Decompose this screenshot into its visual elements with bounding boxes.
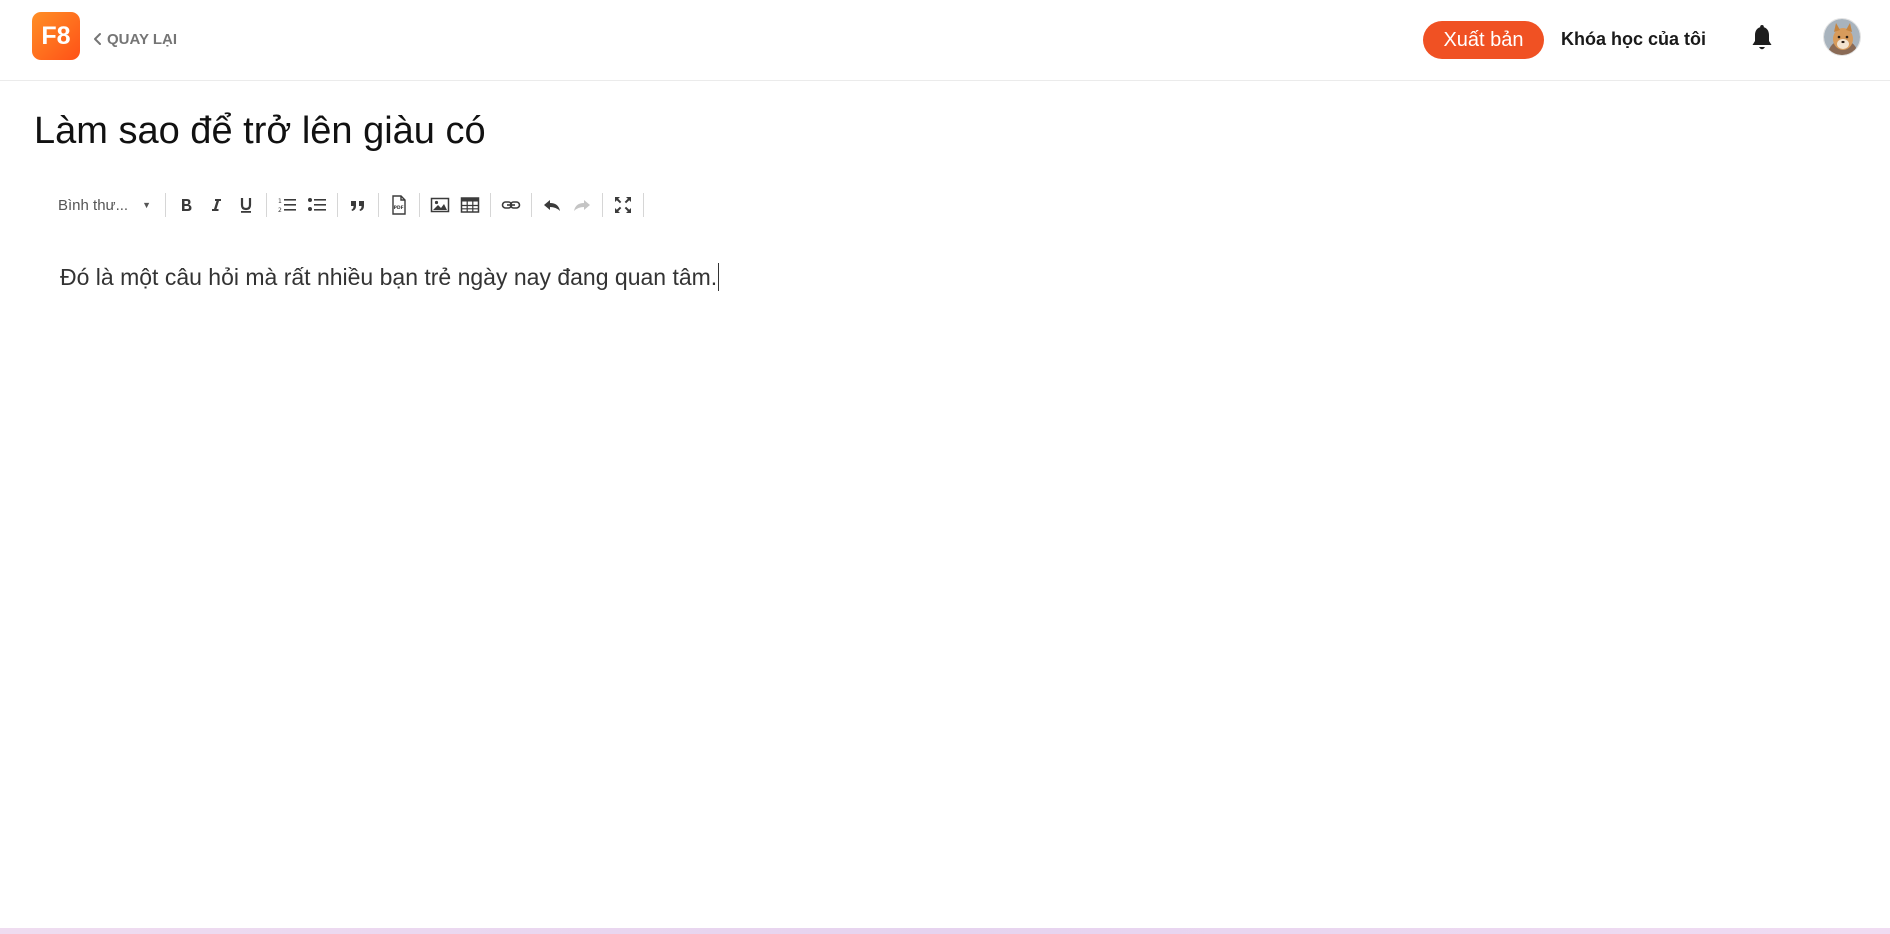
link-button[interactable] <box>496 191 526 219</box>
toolbar-divider <box>337 193 338 217</box>
toolbar-divider <box>602 193 603 217</box>
image-button[interactable] <box>425 191 455 219</box>
bold-button[interactable] <box>171 191 201 219</box>
chevron-left-icon <box>94 33 101 45</box>
image-icon <box>430 197 450 213</box>
publish-button[interactable]: Xuất bản <box>1423 21 1544 59</box>
editor-paragraph: Đó là một câu hỏi mà rất nhiều bạn trẻ n… <box>60 264 718 290</box>
fullscreen-button[interactable] <box>608 191 638 219</box>
heading-format-select[interactable]: Bình thư... ▼ <box>50 191 160 219</box>
toolbar-divider <box>643 193 644 217</box>
fullscreen-icon <box>615 197 631 213</box>
undo-icon <box>544 200 560 211</box>
ordered-list-icon: 1 2 <box>278 198 296 214</box>
toolbar-divider <box>531 193 532 217</box>
editor-toolbar: Bình thư... ▼ 1 2 PDF <box>50 190 649 220</box>
bottom-edge-strip <box>0 928 1890 934</box>
blockquote-icon <box>351 201 364 211</box>
unordered-list-button[interactable] <box>302 191 332 219</box>
editor-content[interactable]: Đó là một câu hỏi mà rất nhiều bạn trẻ n… <box>60 260 720 294</box>
ordered-list-button[interactable]: 1 2 <box>272 191 302 219</box>
text-caret <box>718 263 720 291</box>
blockquote-button[interactable] <box>343 191 373 219</box>
italic-button[interactable] <box>201 191 231 219</box>
table-button[interactable] <box>455 191 485 219</box>
unordered-list-icon <box>308 198 326 211</box>
heading-format-value: Bình thư... <box>58 196 129 214</box>
f8-logo[interactable]: F8 <box>32 12 80 60</box>
bold-icon <box>182 199 192 211</box>
svg-text:1: 1 <box>278 198 282 205</box>
redo-icon <box>574 200 590 211</box>
italic-icon <box>212 199 221 211</box>
redo-button[interactable] <box>567 191 597 219</box>
link-icon <box>501 201 521 209</box>
underline-button[interactable] <box>231 191 261 219</box>
bell-icon[interactable] <box>1748 24 1776 54</box>
toolbar-divider <box>419 193 420 217</box>
svg-text:2: 2 <box>278 207 282 214</box>
underline-icon <box>240 198 252 213</box>
my-courses-link[interactable]: Khóa học của tôi <box>1561 27 1706 51</box>
caret-down-icon: ▼ <box>142 200 151 210</box>
toolbar-divider <box>266 193 267 217</box>
table-icon <box>460 197 480 213</box>
toolbar-divider <box>490 193 491 217</box>
pdf-icon: PDF <box>392 195 406 215</box>
toolbar-divider <box>165 193 166 217</box>
back-button[interactable]: QUAY LẠI <box>91 29 177 49</box>
back-label: QUAY LẠI <box>107 30 178 48</box>
avatar-image-icon <box>1824 19 1860 55</box>
svg-text:PDF: PDF <box>394 205 404 211</box>
user-avatar[interactable] <box>1823 18 1861 56</box>
undo-button[interactable] <box>537 191 567 219</box>
top-header: F8 QUAY LẠI Xuất bản Khóa học của tôi <box>0 0 1890 81</box>
post-title[interactable]: Làm sao để trở lên giàu có <box>34 107 486 155</box>
pdf-button[interactable]: PDF <box>384 191 414 219</box>
toolbar-divider <box>378 193 379 217</box>
